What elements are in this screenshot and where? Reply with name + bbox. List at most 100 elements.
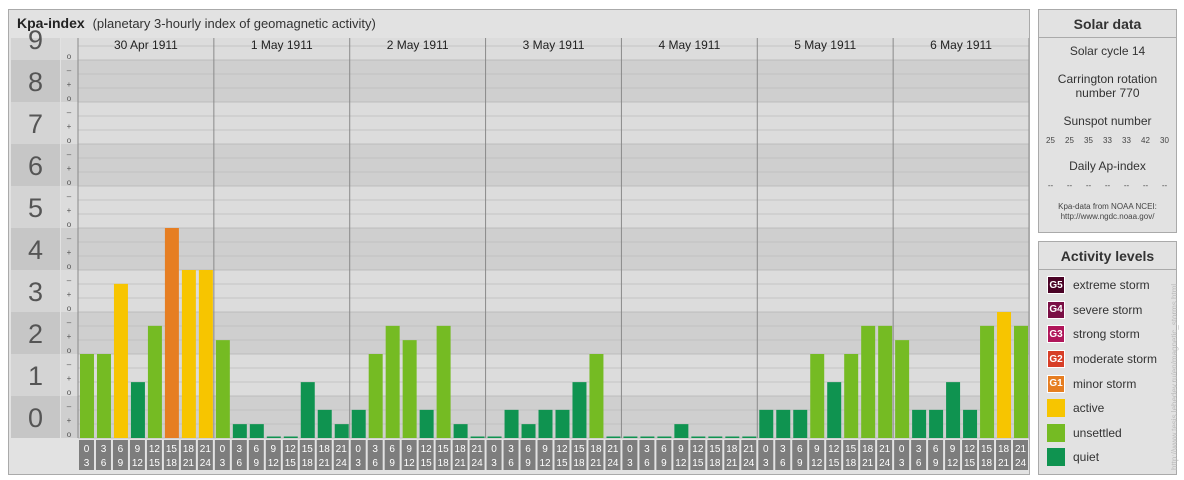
interval-end-label: 6	[372, 458, 378, 469]
interval-end-label: 24	[1015, 458, 1027, 469]
activity-level-item: unsettled	[1039, 421, 1176, 446]
kp-fraction-label: +	[67, 416, 72, 425]
interval-end-label: 12	[947, 458, 959, 469]
data-credit-url: http://www.ngdc.noaa.gov/	[1060, 212, 1155, 221]
interval-start-label: 3	[916, 444, 922, 455]
interval-end-label: 9	[797, 458, 803, 469]
interval-end-label: 6	[508, 458, 514, 469]
day-label: 1 May 1911	[251, 38, 313, 52]
interval-end-label: 18	[709, 458, 721, 469]
kp-bar	[538, 409, 553, 438]
ap-index-value: --	[1066, 181, 1073, 190]
kp-bar	[283, 436, 298, 438]
interval-end-label: 21	[726, 458, 738, 469]
kp-bar	[317, 409, 332, 438]
interval-end-label: 3	[355, 458, 361, 469]
interval-end-label: 21	[998, 458, 1010, 469]
interval-end-label: 3	[899, 458, 905, 469]
interval-start-label: 3	[101, 444, 107, 455]
interval-start-label: 9	[950, 444, 956, 455]
interval-end-label: 9	[389, 458, 395, 469]
kp-bar	[436, 325, 451, 438]
kp-bar	[776, 409, 791, 438]
interval-end-label: 3	[627, 458, 633, 469]
activity-level-item: active	[1039, 396, 1176, 421]
interval-end-label: 9	[118, 458, 124, 469]
kp-bar	[419, 409, 434, 438]
kp-band	[61, 228, 1029, 270]
interval-end-label: 21	[455, 458, 467, 469]
sunspot-value: 42	[1141, 136, 1150, 145]
interval-end-label: 15	[692, 458, 704, 469]
interval-start-label: 6	[933, 444, 939, 455]
interval-start-label: 3	[237, 444, 243, 455]
interval-end-label: 15	[421, 458, 433, 469]
kp-fraction-label: –	[67, 360, 72, 369]
activity-level-swatch: G1	[1047, 374, 1065, 393]
interval-start-label: 15	[709, 444, 721, 455]
interval-end-label: 24	[607, 458, 619, 469]
activity-level-item: G1 minor storm	[1039, 371, 1176, 396]
activity-level-label: extreme storm	[1073, 278, 1150, 293]
kp-band	[61, 186, 1029, 228]
kp-bar	[759, 409, 774, 438]
interval-end-label: 18	[438, 458, 450, 469]
kp-bar	[878, 325, 893, 438]
kp-bar	[640, 436, 655, 438]
activity-level-label: unsettled	[1073, 425, 1122, 440]
activity-level-item: G3 strong storm	[1039, 322, 1176, 347]
kp-bar	[80, 354, 94, 438]
kp-bar	[997, 312, 1012, 438]
interval-start-label: 3	[508, 444, 514, 455]
interval-start-label: 9	[678, 444, 684, 455]
ap-index-value: --	[1047, 181, 1054, 190]
kp-bar	[1014, 325, 1028, 438]
kp-bar	[521, 424, 536, 438]
y-axis-label: 0	[28, 403, 43, 433]
interval-end-label: 6	[916, 458, 922, 469]
kp-bar	[147, 325, 162, 438]
kp-bar	[827, 382, 842, 438]
watermark: http://www.tesis.lebedev.ru/en/magnetic_…	[1170, 283, 1179, 470]
sunspot-value: 25	[1046, 136, 1055, 145]
kp-bar	[606, 436, 621, 438]
interval-start-label: 18	[319, 444, 331, 455]
interval-end-label: 12	[539, 458, 551, 469]
kp-bar	[368, 354, 383, 438]
interval-start-label: 6	[661, 444, 667, 455]
interval-end-label: 9	[254, 458, 260, 469]
kp-bar	[300, 382, 315, 438]
activity-level-item: G2 moderate storm	[1039, 347, 1176, 372]
interval-end-label: 6	[780, 458, 786, 469]
kp-bar	[589, 354, 604, 438]
kp-bar	[844, 354, 859, 438]
interval-start-label: 15	[845, 444, 857, 455]
kp-fraction-label: –	[67, 234, 72, 243]
ap-index-values: -- -- -- -- -- -- --	[1039, 181, 1176, 190]
day-label: 3 May 1911	[523, 38, 585, 52]
interval-end-label: 24	[472, 458, 484, 469]
kp-fraction-label: –	[67, 192, 72, 201]
interval-end-label: 15	[285, 458, 297, 469]
interval-start-label: 15	[302, 444, 314, 455]
sunspot-value: 33	[1103, 136, 1112, 145]
day-label: 2 May 1911	[387, 38, 449, 52]
interval-end-label: 15	[556, 458, 568, 469]
interval-start-label: 6	[525, 444, 531, 455]
y-axis-label: 2	[28, 319, 43, 349]
interval-start-label: 0	[763, 444, 769, 455]
ap-index-label: Daily Ap-index	[1069, 159, 1146, 173]
activity-level-swatch	[1047, 399, 1065, 418]
activity-level-swatch: G2	[1047, 350, 1065, 369]
activity-level-swatch: G3	[1047, 325, 1065, 344]
sunspot-value: 33	[1122, 136, 1131, 145]
kp-bar	[453, 424, 468, 438]
interval-end-label: 9	[525, 458, 531, 469]
interval-start-label: 15	[438, 444, 450, 455]
interval-end-label: 9	[661, 458, 667, 469]
day-label: 4 May 1911	[658, 38, 720, 52]
interval-start-label: 18	[183, 444, 195, 455]
interval-end-label: 24	[336, 458, 348, 469]
kp-bar	[266, 436, 281, 438]
kp-bar	[657, 436, 672, 438]
